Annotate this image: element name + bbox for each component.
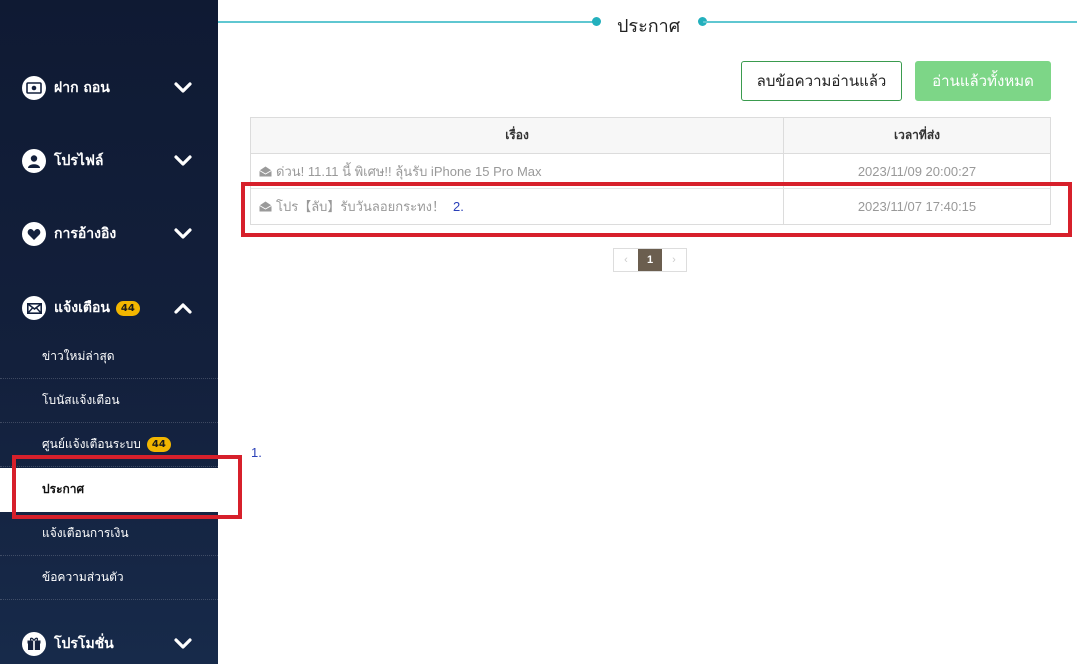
heart-icon xyxy=(22,222,46,246)
gift-icon xyxy=(22,632,46,656)
user-icon xyxy=(22,149,46,173)
table-header: เรื่อง เวลาที่ส่ง xyxy=(251,118,1050,154)
notification-count-badge: 44 xyxy=(115,300,140,316)
chevron-down-icon[interactable] xyxy=(174,228,192,240)
notifications-label: แจ้งเตือน xyxy=(54,300,110,316)
sidebar-item-label: แจ้งเตือน 44 xyxy=(54,297,140,319)
chevron-down-icon[interactable] xyxy=(174,638,192,650)
sidebar-item-promotions[interactable]: โปรโมชั่น xyxy=(0,624,218,664)
column-header-subject: เรื่อง xyxy=(251,118,784,153)
sidebar-item-referral[interactable]: การอ้างอิง xyxy=(0,214,218,254)
sidebar-item-label: การอ้างอิง xyxy=(54,226,117,242)
envelope-icon xyxy=(22,296,46,320)
sidebar-subitem-label: ศูนย์แจ้งเตือนระบบ 44 xyxy=(42,435,171,454)
money-icon xyxy=(22,76,46,100)
title-line-left xyxy=(218,21,596,23)
pagination: ‹ 1 › xyxy=(613,248,687,272)
row-subject: ด่วน! 11.11 นี้ พิเศษ!! ลุ้นรับ iPhone 1… xyxy=(276,163,542,179)
title-line-right xyxy=(703,21,1077,23)
sidebar-subitem-label: ข้อความส่วนตัว xyxy=(42,570,124,584)
title-dot-left xyxy=(592,17,601,26)
sidebar-subitem-latest-news[interactable]: ข่าวใหม่ล่าสุด xyxy=(0,335,218,379)
sidebar-item-notifications[interactable]: แจ้งเตือน 44 xyxy=(0,288,218,328)
system-alerts-badge: 44 xyxy=(146,437,171,452)
sidebar-item-label: ฝาก ถอน xyxy=(54,80,110,96)
sidebar-subitem-private-messages[interactable]: ข้อความส่วนตัว xyxy=(0,556,218,600)
sidebar-item-label: โปรโมชั่น xyxy=(54,636,114,652)
sidebar-subitem-bonus-alerts[interactable]: โบนัสแจ้งเตือน xyxy=(0,379,218,423)
system-alerts-label: ศูนย์แจ้งเตือนระบบ xyxy=(42,437,141,451)
next-page-button[interactable]: › xyxy=(662,249,686,271)
sidebar-item-deposit-withdraw[interactable]: ฝาก ถอน xyxy=(0,68,218,108)
chevron-up-icon[interactable] xyxy=(174,302,192,314)
sidebar-item-label: โปรไฟล์ xyxy=(54,153,104,169)
page-button-current[interactable]: 1 xyxy=(638,249,662,271)
sidebar-subitem-label: ข่าวใหม่ล่าสุด xyxy=(42,349,115,363)
column-header-time: เวลาที่ส่ง xyxy=(893,128,941,142)
mark-all-read-button[interactable]: อ่านแล้วทั้งหมด xyxy=(915,61,1051,101)
open-envelope-icon xyxy=(259,166,272,176)
chevron-down-icon[interactable] xyxy=(174,82,192,94)
highlight-box-sidebar xyxy=(12,455,242,519)
sidebar-item-profile[interactable]: โปรไฟล์ xyxy=(0,141,218,181)
sidebar-subitem-label: โบนัสแจ้งเตือน xyxy=(42,393,120,407)
page-title: ประกาศ xyxy=(617,16,681,37)
highlight-box-row xyxy=(241,182,1072,237)
delete-read-messages-button[interactable]: ลบข้อความอ่านแล้ว xyxy=(741,61,902,101)
chevron-down-icon[interactable] xyxy=(174,155,192,167)
sidebar: ฝาก ถอน โปรไฟล์ การอ้างอิง แจ้งเตือน 44 ข… xyxy=(0,0,218,664)
annotation-label-1: 1. xyxy=(251,445,262,460)
prev-page-button[interactable]: ‹ xyxy=(614,249,638,271)
sidebar-subitem-label: แจ้งเตือนการเงิน xyxy=(42,526,129,540)
